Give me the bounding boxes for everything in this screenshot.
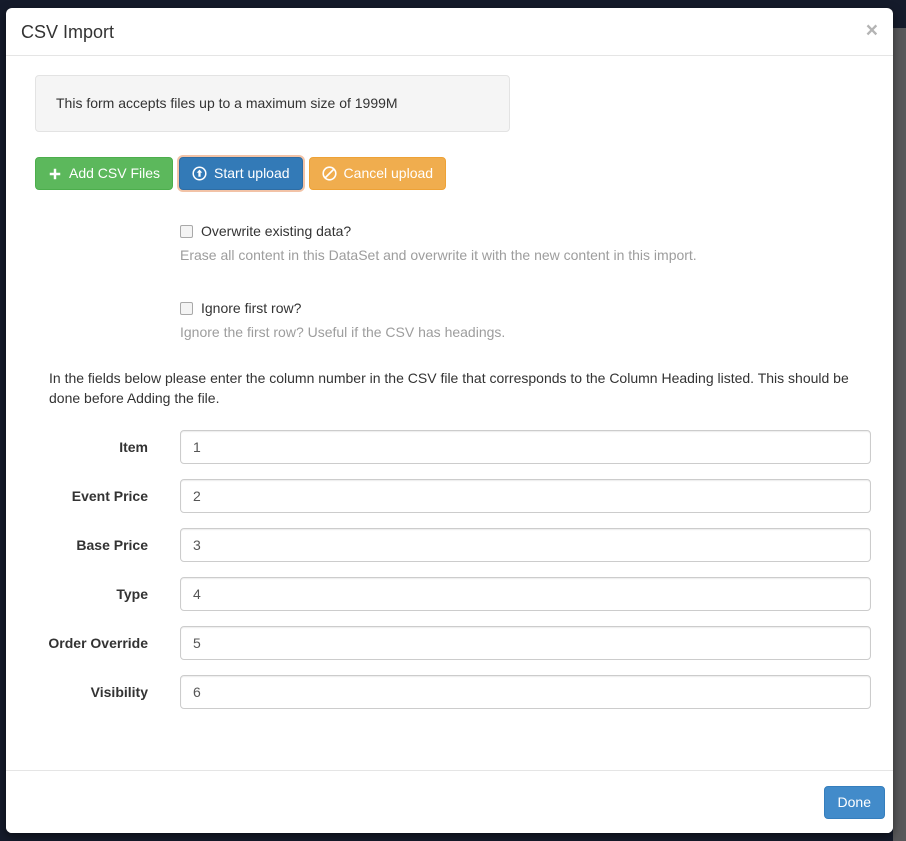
overwrite-label-row[interactable]: Overwrite existing data? bbox=[180, 221, 878, 241]
form-row-visibility: Visibility bbox=[21, 675, 878, 709]
ignore-first-row-label[interactable]: Ignore first row? bbox=[201, 298, 301, 318]
form-row-item: Item bbox=[21, 430, 878, 464]
modal-footer: Done bbox=[6, 770, 893, 833]
type-label: Type bbox=[21, 577, 148, 604]
event-price-label: Event Price bbox=[21, 479, 148, 506]
plus-icon bbox=[48, 167, 62, 181]
upload-toolbar: Add CSV Files Start upload bbox=[35, 157, 878, 190]
instructions-text: In the fields below please enter the col… bbox=[49, 368, 854, 408]
overwrite-help-text: Erase all content in this DataSet and ov… bbox=[180, 245, 878, 265]
close-icon: × bbox=[866, 19, 878, 42]
cancel-upload-label: Cancel upload bbox=[344, 164, 434, 183]
done-button[interactable]: Done bbox=[824, 786, 885, 819]
base-price-input[interactable] bbox=[180, 528, 871, 562]
ignore-first-row-checkbox[interactable] bbox=[180, 302, 193, 315]
form-row-type: Type bbox=[21, 577, 878, 611]
ignore-first-row-label-row[interactable]: Ignore first row? bbox=[180, 298, 878, 318]
upload-circle-arrow-icon bbox=[192, 166, 207, 181]
base-price-label: Base Price bbox=[21, 528, 148, 555]
overwrite-label[interactable]: Overwrite existing data? bbox=[201, 221, 351, 241]
visibility-label: Visibility bbox=[21, 675, 148, 702]
modal-header: CSV Import × bbox=[6, 8, 893, 56]
form-row-event-price: Event Price bbox=[21, 479, 878, 513]
start-upload-button[interactable]: Start upload bbox=[179, 157, 303, 190]
add-csv-files-button[interactable]: Add CSV Files bbox=[35, 157, 173, 190]
modal-body: This form accepts files up to a maximum … bbox=[6, 75, 893, 709]
close-button[interactable]: × bbox=[866, 20, 878, 41]
cancel-upload-button[interactable]: Cancel upload bbox=[309, 157, 447, 190]
type-input[interactable] bbox=[180, 577, 871, 611]
options-section: Overwrite existing data? Erase all conte… bbox=[180, 221, 878, 342]
order-override-input[interactable] bbox=[180, 626, 871, 660]
ignore-first-row-option: Ignore first row? Ignore the first row? … bbox=[180, 298, 878, 342]
column-mapping-form: Item Event Price Base Price Type Order O… bbox=[21, 430, 878, 709]
overwrite-option: Overwrite existing data? Erase all conte… bbox=[180, 221, 878, 265]
max-size-note-text: This form accepts files up to a maximum … bbox=[56, 95, 398, 111]
csv-import-modal: CSV Import × This form accepts files up … bbox=[6, 8, 893, 833]
form-row-base-price: Base Price bbox=[21, 528, 878, 562]
add-csv-files-label: Add CSV Files bbox=[69, 164, 160, 183]
start-upload-label: Start upload bbox=[214, 164, 290, 183]
max-size-note: This form accepts files up to a maximum … bbox=[35, 75, 510, 132]
item-label: Item bbox=[21, 430, 148, 457]
order-override-label: Order Override bbox=[21, 626, 148, 653]
overwrite-checkbox[interactable] bbox=[180, 225, 193, 238]
form-row-order-override: Order Override bbox=[21, 626, 878, 660]
ignore-first-row-help-text: Ignore the first row? Useful if the CSV … bbox=[180, 322, 878, 342]
ban-icon bbox=[322, 166, 337, 181]
page-scrollbar[interactable] bbox=[893, 28, 906, 841]
visibility-input[interactable] bbox=[180, 675, 871, 709]
item-input[interactable] bbox=[180, 430, 871, 464]
event-price-input[interactable] bbox=[180, 479, 871, 513]
modal-title: CSV Import bbox=[21, 21, 878, 43]
